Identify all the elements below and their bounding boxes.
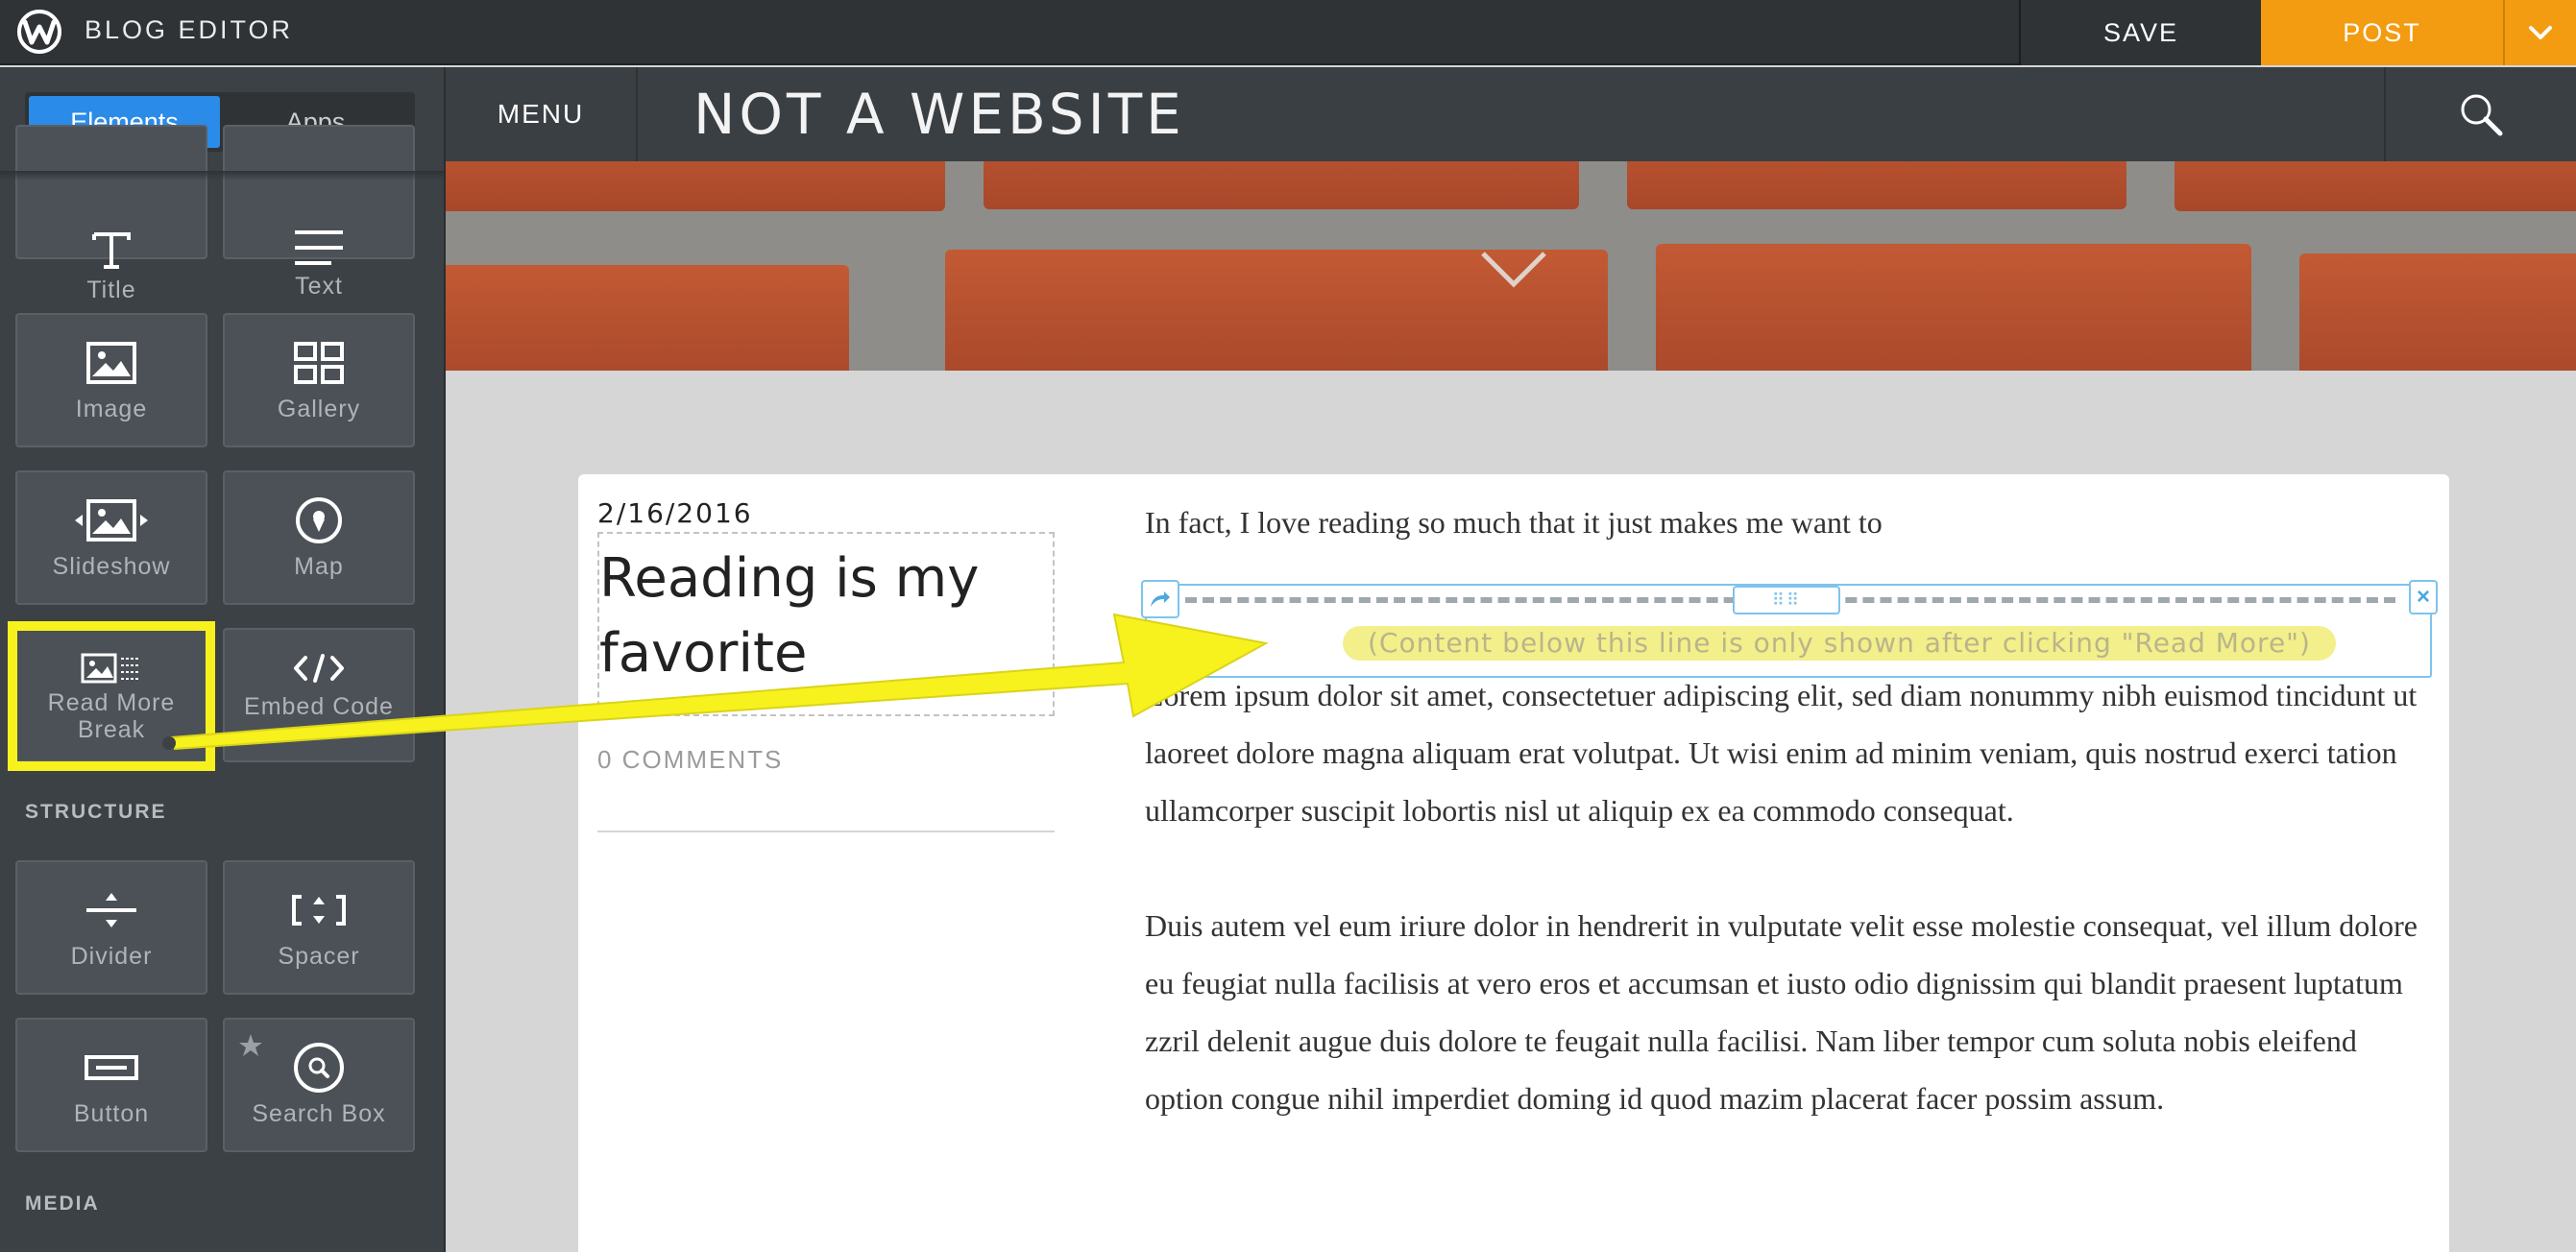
gallery-icon — [294, 336, 344, 390]
element-tile-slideshow[interactable]: Slideshow — [15, 470, 207, 605]
header-banner-image[interactable] — [446, 161, 2576, 371]
post-intro-text[interactable]: In fact, I love reading so much that it … — [1145, 494, 2428, 551]
slideshow-icon — [73, 494, 150, 547]
image-icon — [86, 336, 136, 390]
tile-label: Search Box — [252, 1100, 386, 1127]
element-tile-search-box[interactable]: Search Box — [223, 1018, 415, 1152]
tile-label: Embed Code — [244, 693, 394, 720]
menu-button[interactable]: MENU — [446, 67, 638, 161]
tile-label: Spacer — [278, 943, 360, 970]
read-more-note: (Content below this line is only shown a… — [1343, 626, 2336, 661]
post-title-box[interactable]: Reading is my favorite — [597, 532, 1055, 716]
comments-link[interactable]: 0 COMMENTS — [597, 745, 783, 775]
tile-label: Gallery — [277, 396, 361, 422]
element-tile-title[interactable]: Title — [15, 125, 207, 303]
chevron-down-icon — [2529, 26, 2552, 39]
app-title: BLOG EDITOR — [85, 15, 294, 44]
drag-handle-icon[interactable]: ⠿⠿ — [1733, 586, 1840, 614]
tile-label: Divider — [70, 943, 153, 970]
site-title[interactable]: NOT A WEBSITE — [693, 81, 1185, 148]
site-header: MENU NOT A WEBSITE — [446, 67, 2576, 161]
section-label-media: MEDIA — [25, 1192, 100, 1215]
tile-label: Title — [86, 277, 136, 303]
element-tile-map[interactable]: Map — [223, 470, 415, 605]
button-icon — [85, 1041, 138, 1095]
spacer-icon — [292, 883, 346, 937]
scroll-shadow — [0, 171, 444, 181]
divider — [597, 831, 1055, 832]
save-button[interactable]: SAVE — [2019, 0, 2261, 65]
element-tile-gallery[interactable]: Gallery — [223, 313, 415, 447]
tile-label: Text — [295, 273, 343, 300]
element-tile-spacer[interactable]: Spacer — [223, 860, 415, 995]
post-title[interactable]: Reading is my favorite — [599, 542, 1053, 691]
post-button[interactable]: POST — [2261, 0, 2503, 65]
site-search-button[interactable] — [2384, 67, 2576, 161]
map-pin-icon — [294, 494, 344, 547]
post-options-button[interactable] — [2503, 0, 2576, 65]
search-icon — [2461, 94, 2503, 136]
post-paragraph[interactable]: Lorem ipsum dolor sit amet, consectetuer… — [1145, 666, 2428, 839]
close-icon[interactable]: × — [2409, 580, 2438, 614]
post-paragraph[interactable]: Duis autem vel eum iriure dolor in hendr… — [1145, 897, 2428, 1127]
element-tile-text[interactable]: Text — [223, 125, 415, 300]
top-bar: BLOG EDITOR SAVE POST — [0, 0, 2576, 65]
text-icon — [293, 229, 345, 267]
star-icon — [239, 1034, 262, 1056]
element-tile-button[interactable]: Button — [15, 1018, 207, 1152]
divider-icon — [85, 883, 138, 937]
section-label-structure: STRUCTURE — [25, 801, 167, 823]
search-box-icon — [293, 1041, 345, 1095]
element-tile-divider[interactable]: Divider — [15, 860, 207, 995]
element-tile-embed-code[interactable]: Embed Code — [223, 628, 415, 762]
tile-label: Map — [294, 553, 344, 580]
annotation-highlight-box — [8, 621, 215, 771]
blog-post-card: 2/16/2016 Reading is my favorite 0 COMME… — [578, 474, 2449, 1252]
tile-label: Button — [73, 1100, 150, 1127]
tile-label: Image — [75, 396, 148, 422]
element-tile-image[interactable]: Image — [15, 313, 207, 447]
weebly-logo-icon[interactable] — [13, 10, 65, 54]
read-more-break-element[interactable]: ⠿⠿ × (Content below this line is only sh… — [1141, 580, 2438, 678]
read-more-arrow-icon[interactable] — [1141, 580, 1179, 618]
brick-wall-image — [446, 161, 2576, 371]
embed-code-icon — [292, 647, 346, 689]
title-icon — [90, 229, 133, 271]
post-date: 2/16/2016 — [597, 497, 753, 529]
tile-label: Slideshow — [52, 553, 171, 580]
